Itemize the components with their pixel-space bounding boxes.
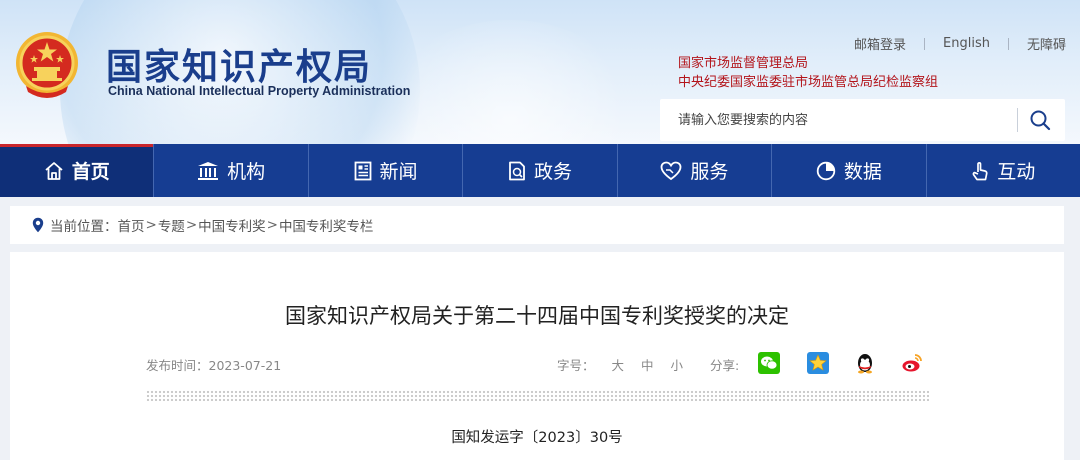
national-emblem-icon[interactable] [14, 30, 80, 100]
article-panel: 国家知识产权局关于第二十四届中国专利奖授奖的决定 发布时间：2023-07-21… [10, 252, 1064, 460]
nav-label: 机构 [227, 161, 266, 183]
english-link[interactable]: English [943, 36, 990, 51]
nav-item-news[interactable]: 新闻 [307, 144, 462, 197]
favorite-star-icon[interactable] [807, 352, 829, 374]
search-input[interactable] [660, 99, 1015, 141]
site-logo-chinese[interactable]: 国家知识产权局 [106, 38, 372, 90]
divider [924, 37, 926, 50]
nav-item-interaction[interactable]: 互动 [925, 144, 1080, 197]
data-pie-icon [816, 161, 836, 181]
samr-link[interactable]: 国家市场监督管理总局 [678, 54, 938, 73]
breadcrumb-link-patent-award-column[interactable]: 中国专利奖专栏 [279, 215, 374, 235]
qq-icon[interactable] [854, 352, 876, 374]
affiliated-agency-links: 国家市场监督管理总局 中央纪委国家监委驻市场监管总局纪检监察组 [678, 54, 938, 92]
breadcrumb-separator: > [185, 217, 198, 233]
search-divider [1017, 108, 1018, 132]
breadcrumb: 当前位置： 首页 > 专题 > 中国专利奖 > 中国专利奖专栏 [10, 206, 1064, 244]
nav-label: 互动 [997, 161, 1036, 183]
top-utility-links: 邮箱登录 English 无障碍 [854, 34, 1066, 53]
nav-label: 首页 [71, 161, 110, 183]
document-number: 国知发运字〔2023〕30号 [451, 430, 623, 446]
nav-item-institution[interactable]: 机构 [153, 144, 307, 197]
search-button[interactable] [1027, 107, 1053, 133]
nav-item-data[interactable]: 数据 [771, 144, 925, 197]
font-size-large[interactable]: 大 [612, 355, 625, 374]
breadcrumb-separator: > [145, 217, 157, 233]
location-pin-icon [32, 217, 44, 233]
nav-label: 服务 [690, 161, 729, 183]
site-logo-english[interactable]: China National Intellectual Property Adm… [108, 84, 410, 98]
dotted-divider [146, 390, 929, 401]
discipline-inspection-link[interactable]: 中央纪委国家监委驻市场监管总局纪检监察组 [678, 73, 938, 92]
home-icon [44, 161, 64, 181]
nav-label: 新闻 [379, 161, 418, 183]
breadcrumb-prefix: 当前位置： [50, 219, 118, 235]
nav-item-service[interactable]: 服务 [616, 144, 771, 197]
search-box [660, 99, 1065, 141]
share-label: 分享: [710, 358, 740, 373]
accessibility-link[interactable]: 无障碍 [1027, 34, 1066, 53]
divider [1007, 37, 1009, 50]
government-affairs-icon [508, 161, 526, 181]
wechat-icon[interactable] [758, 352, 780, 374]
breadcrumb-link-home[interactable]: 首页 [118, 215, 145, 235]
breadcrumb-separator: > [266, 217, 278, 233]
font-size-small[interactable]: 小 [671, 355, 684, 374]
header-light-decoration [380, 20, 640, 144]
breadcrumb-link-patent-award[interactable]: 中国专利奖 [198, 215, 266, 235]
nav-label: 数据 [843, 161, 882, 183]
font-size-label: 字号： [557, 358, 595, 373]
interaction-icon [971, 161, 989, 181]
email-login-link[interactable]: 邮箱登录 [854, 34, 906, 53]
nav-label: 政务 [533, 161, 572, 183]
main-navigation: 首页 机构 新闻 政务 服务 数据 互动 [0, 144, 1080, 197]
nav-item-government-affairs[interactable]: 政务 [462, 144, 616, 197]
nav-item-home[interactable]: 首页 [0, 144, 154, 197]
font-size-controls: 字号： 大 中 小 [557, 355, 683, 374]
article-title: 国家知识产权局关于第二十四届中国专利奖授奖的决定 [285, 304, 789, 328]
service-icon [660, 161, 682, 181]
font-size-medium[interactable]: 中 [641, 355, 654, 374]
institution-icon [197, 161, 219, 181]
weibo-icon[interactable] [901, 352, 923, 374]
site-header: 国家知识产权局 China National Intellectual Prop… [0, 0, 1080, 144]
news-icon [354, 161, 372, 181]
search-icon [1030, 110, 1051, 131]
publish-date: 发布时间：2023-07-21 [146, 358, 282, 373]
breadcrumb-link-topic[interactable]: 专题 [158, 215, 185, 235]
